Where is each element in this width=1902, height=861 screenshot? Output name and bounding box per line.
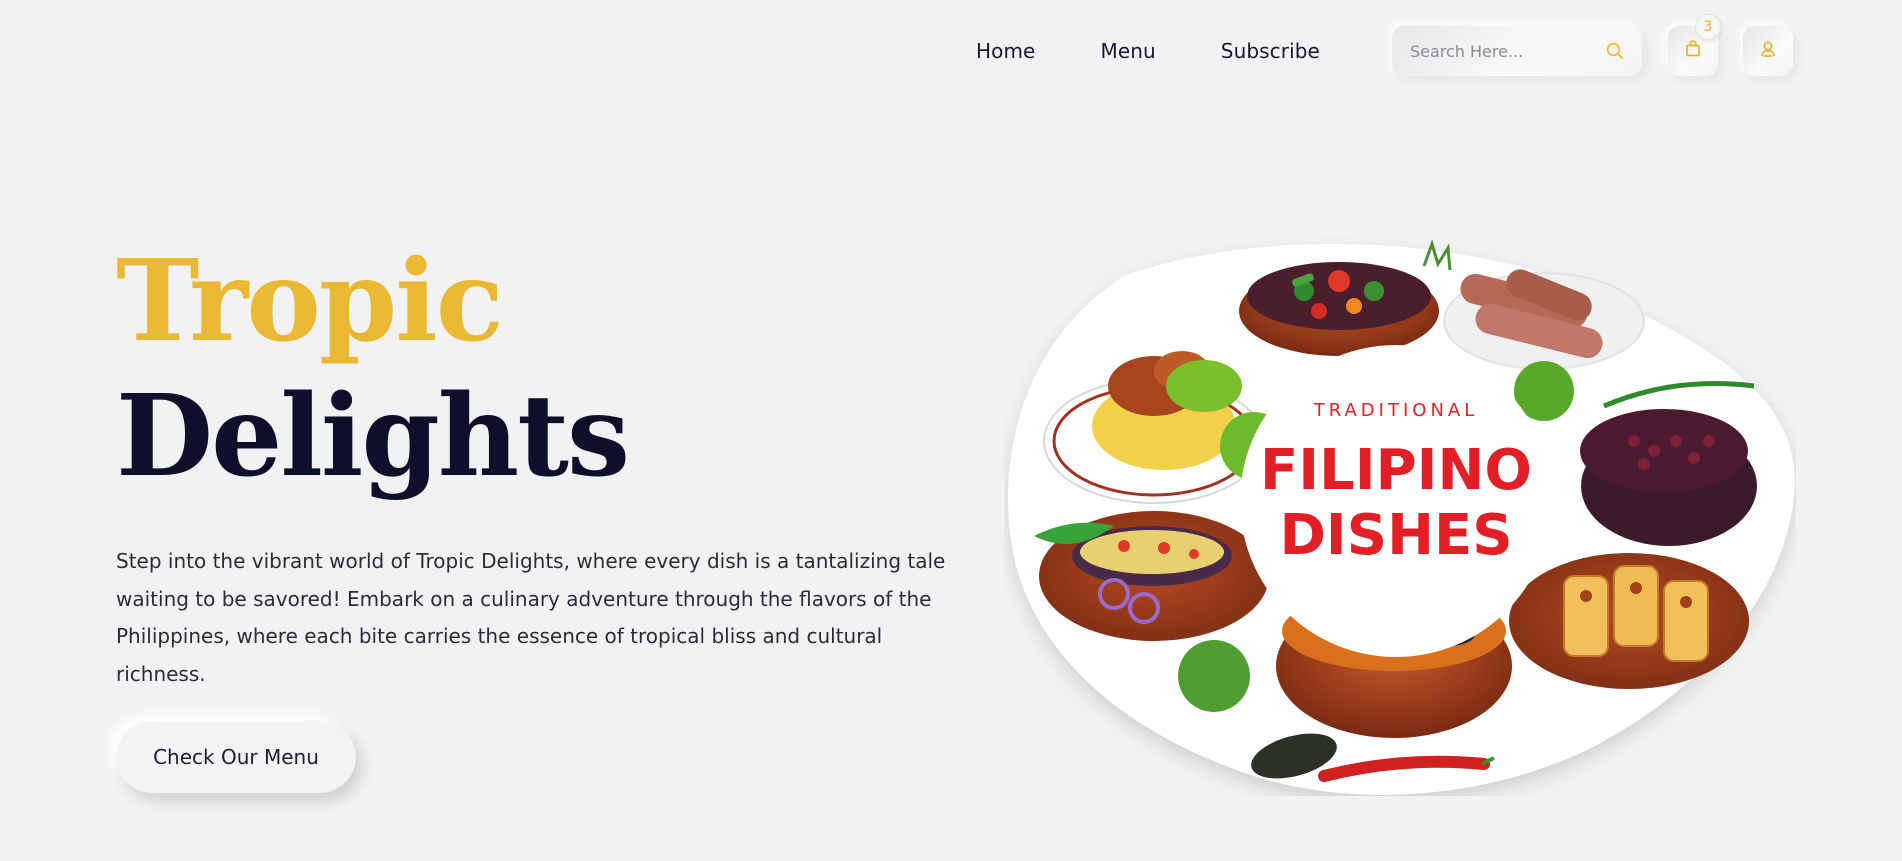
cart-button[interactable]: 3 bbox=[1667, 14, 1721, 76]
check-menu-button[interactable]: Check Our Menu bbox=[116, 721, 356, 793]
filipino-dishes-image: TRADITIONAL FILIPINO DISHES bbox=[1008, 239, 1795, 795]
illustration-heading-line1: FILIPINO bbox=[1260, 438, 1532, 503]
user-icon bbox=[1759, 40, 1777, 62]
cart-count-badge: 3 bbox=[1694, 14, 1721, 40]
nav-link-menu[interactable]: Menu bbox=[1100, 39, 1155, 63]
top-nav: Home Menu Subscribe 3 bbox=[976, 14, 1793, 76]
hero-food-illustration: TRADITIONAL FILIPINO DISHES bbox=[1004, 236, 1796, 796]
nav-link-home[interactable]: Home bbox=[976, 39, 1035, 63]
search-box bbox=[1391, 26, 1642, 76]
landing-page: Home Menu Subscribe 3 bbox=[0, 0, 1902, 861]
search-icon[interactable] bbox=[1604, 40, 1626, 62]
hero-title-line1: Tropic bbox=[116, 246, 504, 367]
shopping-bag-icon bbox=[1684, 40, 1702, 62]
hero-description: Step into the vibrant world of Tropic De… bbox=[116, 549, 946, 686]
nav-link-subscribe[interactable]: Subscribe bbox=[1221, 39, 1320, 63]
illustration-heading-line2: DISHES bbox=[1279, 503, 1512, 568]
hero-title-line2: Delights bbox=[116, 371, 630, 502]
account-button[interactable] bbox=[1742, 26, 1793, 76]
illustration-kicker: TRADITIONAL bbox=[1313, 400, 1479, 421]
hero-title-tropic: Tropic bbox=[116, 236, 504, 367]
search-input[interactable] bbox=[1409, 41, 1590, 61]
nav-links: Home Menu Subscribe bbox=[976, 39, 1392, 63]
hero-title: Tropic Delights bbox=[116, 246, 630, 493]
